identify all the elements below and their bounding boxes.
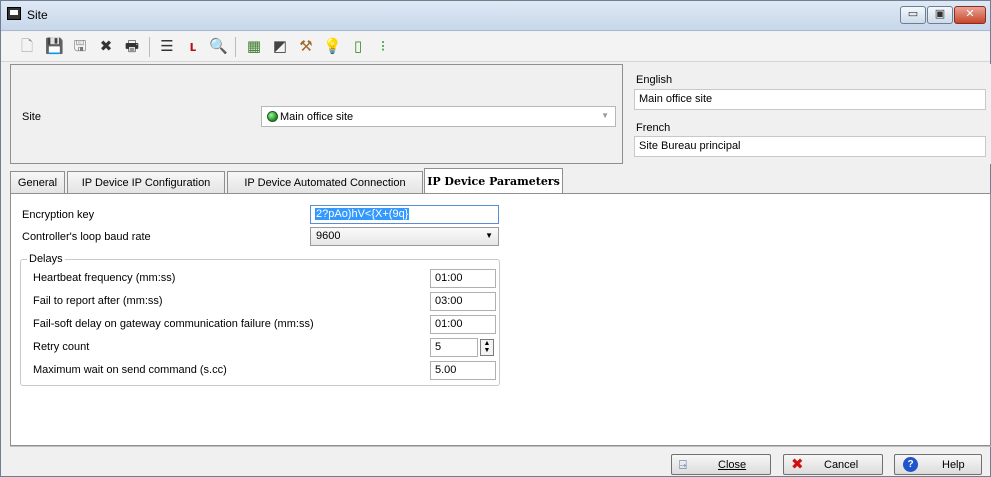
tab-ip-configuration[interactable]: IP Device IP Configuration xyxy=(67,171,225,194)
toolbar: 🗋 💾 🖫 ✖ 🖶 ☰ ʟ 🔍 ▦ ◩ ⚒ 💡 ▯ ⁝ xyxy=(1,32,990,62)
fail-report-label: Fail to report after (mm:ss) xyxy=(33,295,163,307)
tab-content: Encryption key 2?pAo)hV<{X+(9q} Controll… xyxy=(10,193,991,446)
print-icon[interactable]: 🖶 xyxy=(123,38,141,56)
translations-panel: English Main office site French Site Bur… xyxy=(627,64,991,164)
search-icon[interactable]: 🔍 xyxy=(209,38,228,56)
french-field[interactable]: Site Bureau principal xyxy=(634,136,986,157)
close-button[interactable]: ⍈ Close xyxy=(671,454,771,475)
close-button-label: Close xyxy=(718,459,747,471)
max-wait-label: Maximum wait on send command (s.cc) xyxy=(33,364,227,376)
site-window: Site ▭ ▣ ✕ 🗋 💾 🖫 ✖ 🖶 ☰ ʟ 🔍 ▦ ◩ ⚒ 💡 ▯ ⁝ S… xyxy=(0,0,991,477)
failsoft-field[interactable]: 01:00 xyxy=(430,315,496,334)
tools-icon[interactable]: ⚒ xyxy=(297,38,315,56)
toolbar-separator xyxy=(149,37,150,57)
tab-automated-connection[interactable]: IP Device Automated Connection xyxy=(227,171,423,194)
failsoft-label: Fail-soft delay on gateway communication… xyxy=(33,318,314,330)
fail-report-field[interactable]: 03:00 xyxy=(430,292,496,311)
heartbeat-label: Heartbeat frequency (mm:ss) xyxy=(33,272,176,284)
door-icon[interactable]: ▯ xyxy=(349,38,367,56)
retry-spinner[interactable]: ▲ ▼ xyxy=(480,339,494,356)
filter-icon[interactable]: ʟ xyxy=(184,38,202,56)
site-label: Site xyxy=(22,111,41,123)
help-button[interactable]: ? Help xyxy=(894,454,982,475)
map-icon[interactable]: ▦ xyxy=(245,38,263,56)
exit-icon: ⍈ xyxy=(679,457,687,472)
report-icon[interactable]: ◩ xyxy=(271,38,289,56)
traffic-light-icon[interactable]: ⁝ xyxy=(374,38,392,56)
chevron-down-icon: ▼ xyxy=(485,231,493,240)
chevron-down-icon[interactable]: ▼ xyxy=(601,111,609,120)
delays-title: Delays xyxy=(27,253,65,265)
french-label: French xyxy=(636,122,671,134)
help-icon: ? xyxy=(903,457,918,472)
tab-general[interactable]: General xyxy=(10,171,65,194)
heartbeat-field[interactable]: 01:00 xyxy=(430,269,496,288)
site-select[interactable]: Main office site ▼ xyxy=(261,106,616,127)
site-select-value: Main office site xyxy=(280,111,354,123)
retry-field[interactable]: 5 xyxy=(430,338,478,357)
english-field[interactable]: Main office site xyxy=(634,89,986,110)
cancel-icon: ✖ xyxy=(791,456,804,473)
app-icon xyxy=(7,7,21,20)
delete-icon[interactable]: ✖ xyxy=(97,38,115,56)
site-header-panel: Site Main office site ▼ xyxy=(10,64,623,164)
maximize-button[interactable]: ▣ xyxy=(927,6,953,24)
max-wait-field[interactable]: 5.00 xyxy=(430,361,496,380)
close-window-button[interactable]: ✕ xyxy=(954,6,986,24)
encryption-key-value: 2?pAo)hV<{X+(9q} xyxy=(315,208,410,220)
baud-rate-select[interactable]: 9600 ▼ xyxy=(310,227,499,246)
english-label: English xyxy=(636,74,673,86)
title-bar: Site ▭ ▣ ✕ xyxy=(1,1,990,31)
help-button-label: Help xyxy=(942,459,965,471)
footer-divider xyxy=(10,446,991,447)
window-title: Site xyxy=(27,8,48,22)
baud-rate-label: Controller's loop baud rate xyxy=(22,231,151,243)
save-copy-icon[interactable]: 🖫 xyxy=(71,38,89,56)
site-status-icon xyxy=(267,111,278,122)
cancel-button[interactable]: ✖ Cancel xyxy=(783,454,883,475)
tip-icon[interactable]: 💡 xyxy=(323,38,342,56)
list-icon[interactable]: ☰ xyxy=(158,38,176,56)
encryption-key-field[interactable]: 2?pAo)hV<{X+(9q} xyxy=(310,205,499,224)
delays-group: Delays Heartbeat frequency (mm:ss) 01:00… xyxy=(20,253,500,386)
tab-ip-device-parameters[interactable]: IP Device Parameters xyxy=(424,168,563,194)
retry-label: Retry count xyxy=(33,341,90,353)
baud-rate-value: 9600 xyxy=(316,230,341,242)
encryption-key-label: Encryption key xyxy=(22,209,95,221)
new-icon[interactable]: 🗋 xyxy=(18,38,36,56)
cancel-button-label: Cancel xyxy=(824,459,859,471)
toolbar-separator xyxy=(235,37,236,57)
save-icon[interactable]: 💾 xyxy=(45,38,64,56)
minimize-button[interactable]: ▭ xyxy=(900,6,926,24)
